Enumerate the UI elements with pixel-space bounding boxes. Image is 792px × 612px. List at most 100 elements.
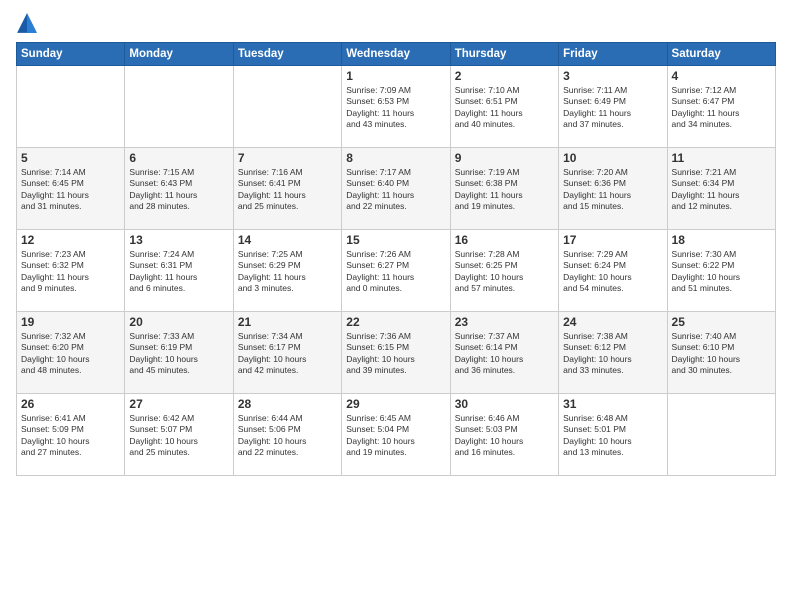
calendar-day-13: 13Sunrise: 7:24 AM Sunset: 6:31 PM Dayli… xyxy=(125,230,233,312)
day-number: 16 xyxy=(455,233,554,247)
day-info: Sunrise: 7:20 AM Sunset: 6:36 PM Dayligh… xyxy=(563,167,662,213)
calendar-day-29: 29 Sunrise: 6:45 AM Sunset: 5:04 PM Dayli… xyxy=(342,394,450,476)
calendar-day-4: 4 Sunrise: 7:12 AM Sunset: 6:47 PM Daylig… xyxy=(667,66,775,148)
day-info: Sunrise: 7:12 AM Sunset: 6:47 PM Dayligh… xyxy=(672,85,771,131)
empty-day-cell xyxy=(667,394,775,476)
calendar-day-21: 21 Sunrise: 7:34 AM Sunset: 6:17 PM Dayli… xyxy=(233,312,341,394)
day-number: 23 xyxy=(455,315,554,329)
day-number: 24 xyxy=(563,315,662,329)
day-info: Sunrise: 7:15 AM Sunset: 6:43 PM Dayligh… xyxy=(129,167,228,213)
day-info: Sunrise: 7:17 AM Sunset: 6:40 PM Dayligh… xyxy=(346,167,445,213)
weekday-header-tuesday: Tuesday xyxy=(233,43,341,66)
header xyxy=(16,12,776,34)
day-number: 8 xyxy=(346,151,445,165)
day-number: 6 xyxy=(129,151,228,165)
page: SundayMondayTuesdayWednesdayThursdayFrid… xyxy=(0,0,792,612)
day-number: 13 xyxy=(129,233,228,247)
calendar-day-7: 7 Sunrise: 7:16 AM Sunset: 6:41 PM Daylig… xyxy=(233,148,341,230)
calendar-day-30: 30 Sunrise: 6:46 AM Sunset: 5:03 PM Dayli… xyxy=(450,394,558,476)
calendar-week-row: 26 Sunrise: 6:41 AM Sunset: 5:09 PM Dayli… xyxy=(17,394,776,476)
day-number: 28 xyxy=(238,397,337,411)
day-info: Sunrise: 7:30 AM Sunset: 6:22 PM Dayligh… xyxy=(672,249,771,295)
calendar-day-16: 16 Sunrise: 7:28 AM Sunset: 6:25 PM Dayli… xyxy=(450,230,558,312)
day-info: Sunrise: 7:11 AM Sunset: 6:49 PM Dayligh… xyxy=(563,85,662,131)
calendar-day-17: 17 Sunrise: 7:29 AM Sunset: 6:24 PM Dayli… xyxy=(559,230,667,312)
day-number: 22 xyxy=(346,315,445,329)
calendar-day-2: 2 Sunrise: 7:10 AM Sunset: 6:51 PM Daylig… xyxy=(450,66,558,148)
day-info: Sunrise: 7:28 AM Sunset: 6:25 PM Dayligh… xyxy=(455,249,554,295)
calendar-day-19: 19Sunrise: 7:32 AM Sunset: 6:20 PM Dayli… xyxy=(17,312,125,394)
day-number: 18 xyxy=(672,233,771,247)
day-info: Sunrise: 6:48 AM Sunset: 5:01 PM Dayligh… xyxy=(563,413,662,459)
calendar-day-8: 8 Sunrise: 7:17 AM Sunset: 6:40 PM Daylig… xyxy=(342,148,450,230)
day-number: 30 xyxy=(455,397,554,411)
calendar-day-5: 5 Sunrise: 7:14 AM Sunset: 6:45 PM Daylig… xyxy=(17,148,125,230)
calendar-week-row: 1 Sunrise: 7:09 AM Sunset: 6:53 PM Daylig… xyxy=(17,66,776,148)
day-info: Sunrise: 7:29 AM Sunset: 6:24 PM Dayligh… xyxy=(563,249,662,295)
day-info: Sunrise: 7:16 AM Sunset: 6:41 PM Dayligh… xyxy=(238,167,337,213)
day-info: Sunrise: 7:09 AM Sunset: 6:53 PM Dayligh… xyxy=(346,85,445,131)
day-number: 7 xyxy=(238,151,337,165)
empty-day-cell xyxy=(233,66,341,148)
calendar-day-14: 14Sunrise: 7:25 AM Sunset: 6:29 PM Dayli… xyxy=(233,230,341,312)
day-info: Sunrise: 6:46 AM Sunset: 5:03 PM Dayligh… xyxy=(455,413,554,459)
logo-icon xyxy=(16,12,38,34)
day-number: 14 xyxy=(238,233,337,247)
day-info: Sunrise: 7:19 AM Sunset: 6:38 PM Dayligh… xyxy=(455,167,554,213)
weekday-header-monday: Monday xyxy=(125,43,233,66)
calendar-day-11: 11Sunrise: 7:21 AM Sunset: 6:34 PM Dayli… xyxy=(667,148,775,230)
day-number: 21 xyxy=(238,315,337,329)
day-info: Sunrise: 7:37 AM Sunset: 6:14 PM Dayligh… xyxy=(455,331,554,377)
calendar-day-26: 26 Sunrise: 6:41 AM Sunset: 5:09 PM Dayli… xyxy=(17,394,125,476)
day-number: 2 xyxy=(455,69,554,83)
weekday-header-saturday: Saturday xyxy=(667,43,775,66)
day-number: 29 xyxy=(346,397,445,411)
day-number: 4 xyxy=(672,69,771,83)
day-info: Sunrise: 6:45 AM Sunset: 5:04 PM Dayligh… xyxy=(346,413,445,459)
day-info: Sunrise: 7:34 AM Sunset: 6:17 PM Dayligh… xyxy=(238,331,337,377)
calendar-week-row: 19Sunrise: 7:32 AM Sunset: 6:20 PM Dayli… xyxy=(17,312,776,394)
day-info: Sunrise: 6:42 AM Sunset: 5:07 PM Dayligh… xyxy=(129,413,228,459)
day-info: Sunrise: 7:10 AM Sunset: 6:51 PM Dayligh… xyxy=(455,85,554,131)
calendar-day-3: 3 Sunrise: 7:11 AM Sunset: 6:49 PM Daylig… xyxy=(559,66,667,148)
calendar-week-row: 12 Sunrise: 7:23 AM Sunset: 6:32 PM Dayli… xyxy=(17,230,776,312)
empty-day-cell xyxy=(125,66,233,148)
calendar-day-27: 27 Sunrise: 6:42 AM Sunset: 5:07 PM Dayli… xyxy=(125,394,233,476)
calendar-table: SundayMondayTuesdayWednesdayThursdayFrid… xyxy=(16,42,776,476)
day-number: 31 xyxy=(563,397,662,411)
day-info: Sunrise: 7:32 AM Sunset: 6:20 PM Dayligh… xyxy=(21,331,120,377)
calendar-day-18: 18 Sunrise: 7:30 AM Sunset: 6:22 PM Dayli… xyxy=(667,230,775,312)
day-number: 3 xyxy=(563,69,662,83)
day-info: Sunrise: 6:41 AM Sunset: 5:09 PM Dayligh… xyxy=(21,413,120,459)
day-number: 9 xyxy=(455,151,554,165)
day-number: 5 xyxy=(21,151,120,165)
empty-day-cell xyxy=(17,66,125,148)
day-number: 20 xyxy=(129,315,228,329)
calendar-day-23: 23 Sunrise: 7:37 AM Sunset: 6:14 PM Dayli… xyxy=(450,312,558,394)
calendar-day-10: 10 Sunrise: 7:20 AM Sunset: 6:36 PM Dayli… xyxy=(559,148,667,230)
calendar-day-28: 28Sunrise: 6:44 AM Sunset: 5:06 PM Dayli… xyxy=(233,394,341,476)
calendar-day-24: 24 Sunrise: 7:38 AM Sunset: 6:12 PM Dayli… xyxy=(559,312,667,394)
day-info: Sunrise: 7:33 AM Sunset: 6:19 PM Dayligh… xyxy=(129,331,228,377)
weekday-header-wednesday: Wednesday xyxy=(342,43,450,66)
day-info: Sunrise: 7:14 AM Sunset: 6:45 PM Dayligh… xyxy=(21,167,120,213)
calendar-day-22: 22 Sunrise: 7:36 AM Sunset: 6:15 PM Dayli… xyxy=(342,312,450,394)
day-info: Sunrise: 7:36 AM Sunset: 6:15 PM Dayligh… xyxy=(346,331,445,377)
day-number: 10 xyxy=(563,151,662,165)
calendar-day-6: 6 Sunrise: 7:15 AM Sunset: 6:43 PM Daylig… xyxy=(125,148,233,230)
calendar-day-9: 9 Sunrise: 7:19 AM Sunset: 6:38 PM Daylig… xyxy=(450,148,558,230)
day-number: 12 xyxy=(21,233,120,247)
weekday-header-thursday: Thursday xyxy=(450,43,558,66)
calendar-day-20: 20 Sunrise: 7:33 AM Sunset: 6:19 PM Dayli… xyxy=(125,312,233,394)
logo xyxy=(16,12,42,34)
day-number: 17 xyxy=(563,233,662,247)
calendar-day-1: 1 Sunrise: 7:09 AM Sunset: 6:53 PM Daylig… xyxy=(342,66,450,148)
day-number: 27 xyxy=(129,397,228,411)
day-number: 26 xyxy=(21,397,120,411)
day-info: Sunrise: 7:26 AM Sunset: 6:27 PM Dayligh… xyxy=(346,249,445,295)
day-number: 1 xyxy=(346,69,445,83)
day-info: Sunrise: 7:23 AM Sunset: 6:32 PM Dayligh… xyxy=(21,249,120,295)
day-info: Sunrise: 7:38 AM Sunset: 6:12 PM Dayligh… xyxy=(563,331,662,377)
calendar-day-12: 12 Sunrise: 7:23 AM Sunset: 6:32 PM Dayli… xyxy=(17,230,125,312)
day-number: 15 xyxy=(346,233,445,247)
